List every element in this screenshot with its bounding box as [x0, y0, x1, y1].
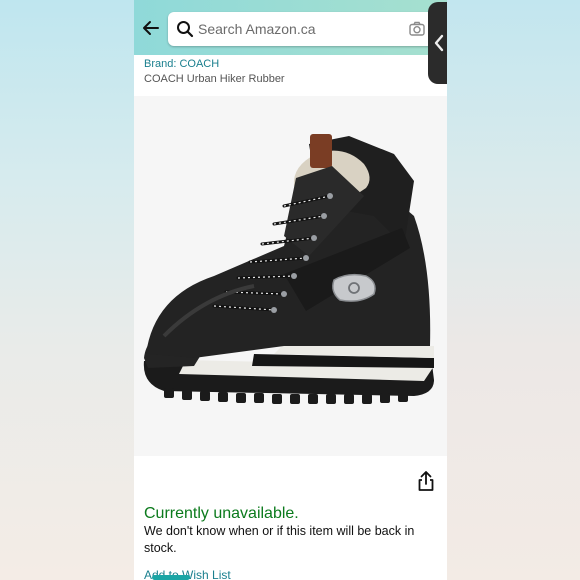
search-icon: [177, 21, 194, 38]
background-left: [0, 0, 134, 580]
header-bar: [134, 0, 447, 55]
scroll-indicator: [152, 575, 190, 580]
back-button[interactable]: [140, 17, 162, 39]
search-input[interactable]: [198, 18, 398, 40]
availability-status: Currently unavailable.: [144, 505, 299, 522]
shoe-image: [143, 134, 435, 404]
side-panel-handle[interactable]: [428, 2, 447, 84]
share-icon[interactable]: [417, 470, 435, 492]
product-image[interactable]: [134, 96, 447, 456]
brand-link[interactable]: Brand: COACH: [144, 58, 219, 70]
background-right: [447, 0, 580, 580]
phone-screen: Brand: COACH COACH Urban Hiker Rubber: [134, 0, 447, 580]
back-arrow-icon: [143, 21, 159, 35]
product-title: COACH Urban Hiker Rubber: [144, 73, 285, 85]
stock-message: We don't know when or if this item will …: [144, 524, 415, 555]
chevron-left-icon: [434, 34, 444, 52]
search-box[interactable]: [168, 12, 434, 46]
camera-icon[interactable]: [408, 20, 426, 38]
